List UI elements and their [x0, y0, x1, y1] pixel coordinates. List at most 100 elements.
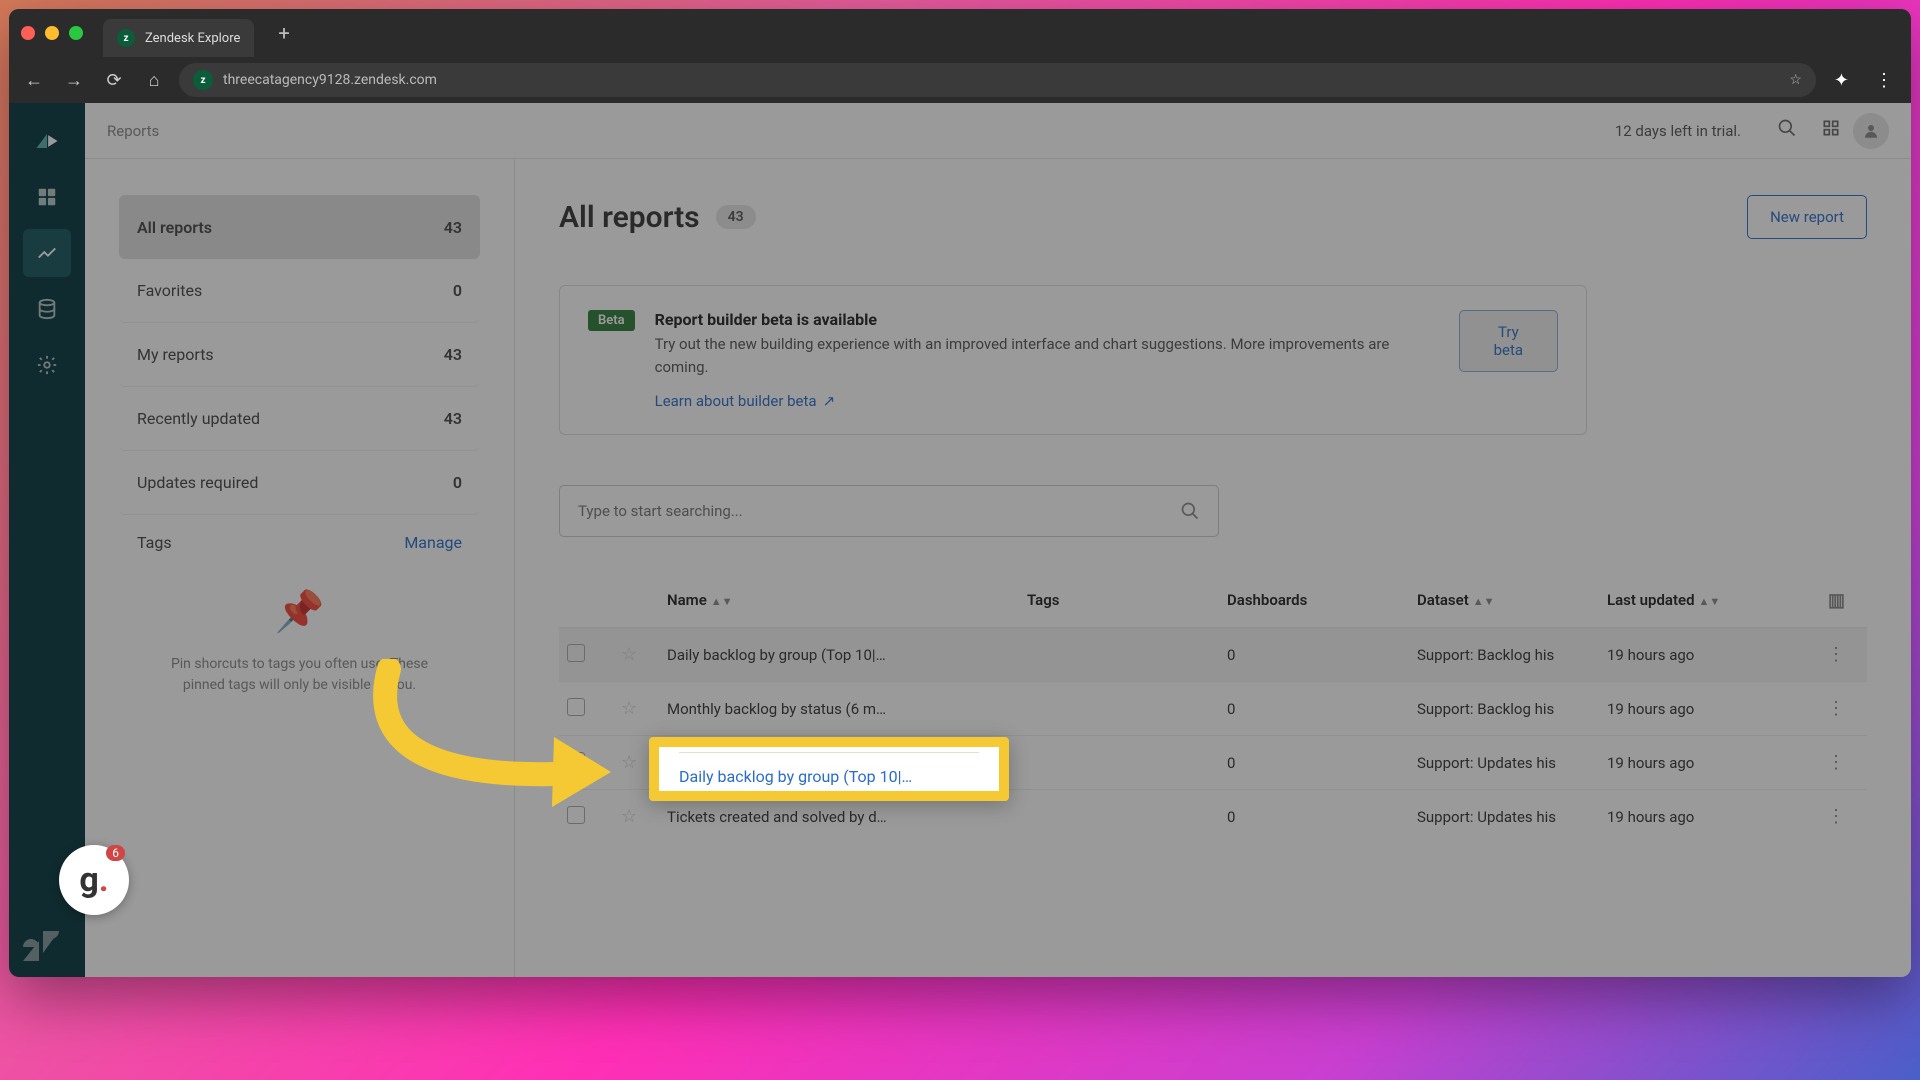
table-row[interactable]: ☆ Monthly backlog by status (6 m… 0 Supp… [559, 681, 1867, 735]
sidebar-item-my-reports[interactable]: My reports 43 [119, 323, 480, 387]
page-title: All reports [559, 200, 700, 235]
highlighted-report-link[interactable]: Daily backlog by group (Top 10|… [679, 767, 912, 786]
browser-window: z Zendesk Explore + ← → ⟳ ⌂ z threecatag… [9, 9, 1911, 977]
search-icon [1180, 501, 1200, 521]
dash-count: 0 [1227, 808, 1417, 826]
url-text: threecatagency9128.zendesk.com [223, 72, 437, 88]
sidebar-item-label: All reports [137, 218, 212, 237]
sidebar-item-all-reports[interactable]: All reports 43 [119, 195, 480, 259]
manage-tags-link[interactable]: Manage [404, 533, 462, 552]
updated-time: 19 hours ago [1607, 646, 1797, 664]
sidebar-item-count: 43 [444, 409, 462, 428]
report-name-link[interactable]: Daily backlog by group (Top 10|… [667, 646, 1027, 664]
search-field[interactable] [578, 502, 1180, 520]
table-header: Name▲▼ Tags Dashboards Dataset▲▼ Last up… [559, 573, 1867, 627]
new-report-button[interactable]: New report [1747, 195, 1867, 239]
sidebar-item-label: Recently updated [137, 409, 260, 428]
sidebar-item-count: 43 [444, 218, 462, 237]
sidebar-item-favorites[interactable]: Favorites 0 [119, 259, 480, 323]
breadcrumb: Reports [107, 122, 159, 140]
nav-reports-icon[interactable] [23, 229, 71, 277]
report-name-link[interactable]: Monthly backlog by status (6 m… [667, 700, 1027, 718]
updated-time: 19 hours ago [1607, 754, 1797, 772]
reports-table: Name▲▼ Tags Dashboards Dataset▲▼ Last up… [559, 573, 1867, 843]
titlebar: z Zendesk Explore + [9, 9, 1911, 57]
col-name-header[interactable]: Name▲▼ [667, 591, 1027, 609]
browser-tab[interactable]: z Zendesk Explore [103, 19, 254, 57]
dataset-name: Support: Backlog his [1417, 700, 1607, 718]
beta-badge: Beta [588, 310, 635, 331]
updated-time: 19 hours ago [1607, 700, 1797, 718]
dataset-name: Support: Updates his [1417, 808, 1607, 826]
forward-button[interactable]: → [59, 70, 89, 91]
beta-banner: Beta Report builder beta is available Tr… [559, 285, 1587, 435]
close-window-button[interactable] [21, 26, 35, 40]
sidebar-item-count: 43 [444, 345, 462, 364]
reload-button[interactable]: ⟳ [99, 70, 129, 91]
nav-datasets-icon[interactable] [23, 285, 71, 333]
tab-title: Zendesk Explore [145, 31, 240, 46]
col-tags-header[interactable]: Tags [1027, 591, 1227, 609]
search-icon[interactable] [1777, 118, 1797, 143]
count-badge: 43 [716, 205, 756, 229]
minimize-window-button[interactable] [45, 26, 59, 40]
dataset-name: Support: Backlog his [1417, 646, 1607, 664]
sidebar-item-count: 0 [453, 281, 462, 300]
table-row[interactable]: ☆ Daily backlog by group (Top 10|… 0 Sup… [559, 627, 1867, 681]
nav-dashboard-icon[interactable] [23, 173, 71, 221]
maximize-window-button[interactable] [69, 26, 83, 40]
content: All reports 43 New report Beta Report bu… [515, 159, 1911, 977]
tags-section: Tags Manage [119, 515, 480, 552]
dataset-name: Support: Updates his [1417, 754, 1607, 772]
site-lock-icon: z [193, 70, 213, 90]
zendesk-logo-icon[interactable] [23, 931, 59, 965]
report-name-link[interactable]: Tickets created and solved by d… [667, 808, 1027, 826]
search-input[interactable] [559, 485, 1219, 537]
new-tab-button[interactable]: + [266, 15, 301, 51]
back-button[interactable]: ← [19, 70, 49, 91]
row-menu-icon[interactable]: ⋮ [1797, 644, 1859, 665]
sidebar-item-label: Favorites [137, 281, 202, 300]
try-beta-button[interactable]: Try beta [1459, 310, 1558, 372]
highlight-callout: Daily backlog by group (Top 10|… [649, 737, 1009, 801]
annotation-arrow [349, 659, 639, 859]
col-dashboards-header[interactable]: Dashboards [1227, 591, 1417, 609]
dash-count: 0 [1227, 754, 1417, 772]
external-link-icon: ↗ [823, 392, 836, 410]
content-header: All reports 43 New report [559, 195, 1867, 239]
sidebar-item-label: My reports [137, 345, 214, 364]
brand-logo-icon[interactable] [23, 117, 71, 165]
home-button[interactable]: ⌂ [139, 70, 169, 91]
sidebar-item-recently-updated[interactable]: Recently updated 43 [119, 387, 480, 451]
notification-count: 6 [106, 845, 125, 861]
url-input[interactable]: z threecatagency9128.zendesk.com ☆ [179, 63, 1816, 97]
extensions-icon[interactable]: ✦ [1826, 70, 1857, 91]
row-menu-icon[interactable]: ⋮ [1797, 752, 1859, 773]
beta-description: Try out the new building experience with… [655, 333, 1439, 378]
col-dataset-header[interactable]: Dataset▲▼ [1417, 591, 1607, 609]
beta-learn-more-link[interactable]: Learn about builder beta ↗ [655, 392, 836, 410]
apps-icon[interactable] [1821, 118, 1841, 143]
avatar[interactable] [1853, 113, 1889, 149]
nav-settings-icon[interactable] [23, 341, 71, 389]
top-bar: Reports 12 days left in trial. [85, 103, 1911, 159]
left-nav [9, 103, 85, 977]
tags-label: Tags [137, 533, 172, 552]
bookmark-icon[interactable]: ☆ [1789, 72, 1802, 88]
column-settings-icon[interactable]: ▥ [1797, 590, 1859, 611]
updated-time: 19 hours ago [1607, 808, 1797, 826]
sidebar-item-label: Updates required [137, 473, 258, 492]
pin-icon: 📌 [155, 582, 444, 642]
app-frame: Reports 12 days left in trial. All repor… [9, 103, 1911, 977]
trial-status: 12 days left in trial. [1615, 122, 1741, 140]
favicon: z [117, 29, 135, 47]
beta-text: Report builder beta is available Try out… [655, 310, 1439, 410]
col-updated-header[interactable]: Last updated▲▼ [1607, 591, 1797, 609]
browser-menu-icon[interactable]: ⋮ [1867, 70, 1901, 91]
window-controls [21, 26, 83, 40]
beta-title: Report builder beta is available [655, 310, 877, 329]
app-badge-button[interactable]: g. 6 [59, 845, 129, 915]
sidebar-item-updates-required[interactable]: Updates required 0 [119, 451, 480, 515]
row-menu-icon[interactable]: ⋮ [1797, 806, 1859, 827]
row-menu-icon[interactable]: ⋮ [1797, 698, 1859, 719]
